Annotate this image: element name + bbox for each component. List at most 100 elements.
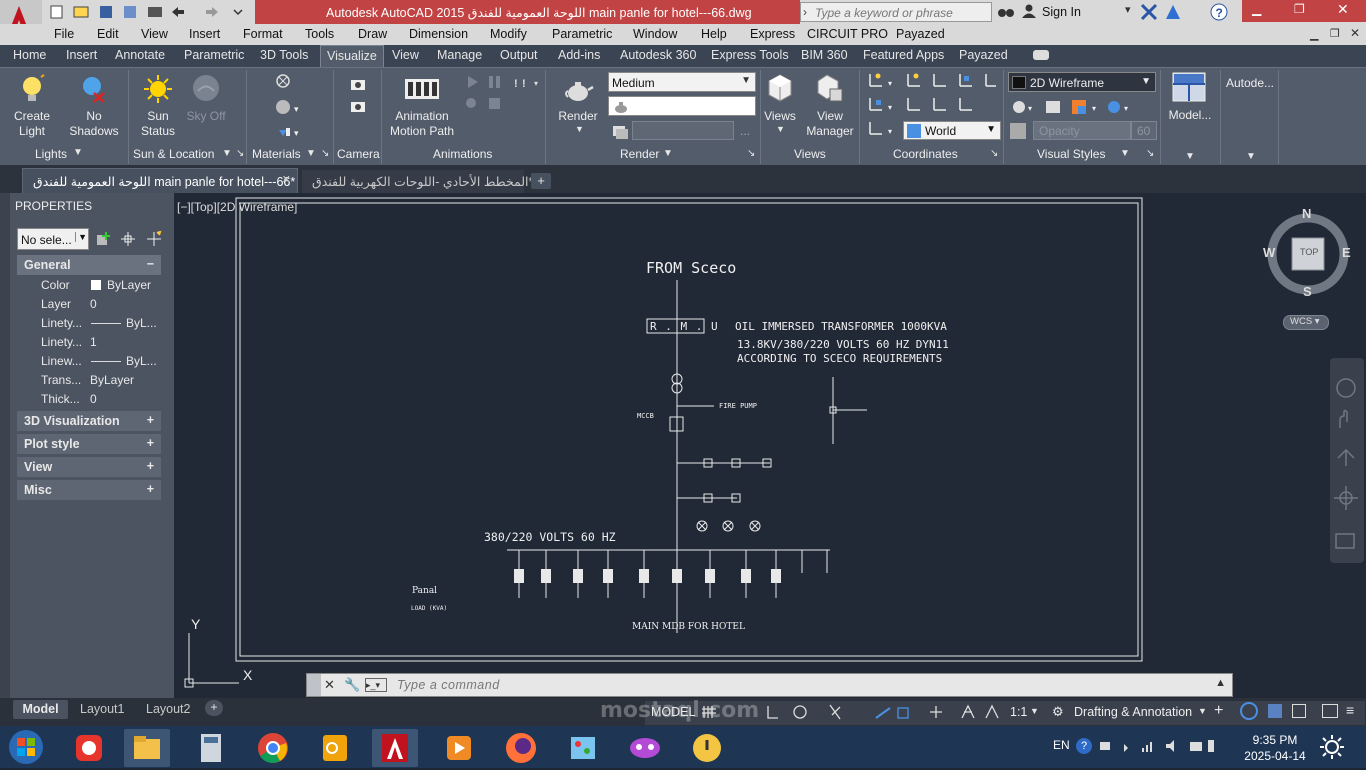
brightness-icon[interactable]	[1320, 735, 1344, 759]
render-location-field[interactable]	[632, 121, 734, 140]
tab-add-ins[interactable]: Add-ins	[558, 48, 600, 62]
property-transparency[interactable]: Trans... ByLayer	[36, 373, 161, 392]
compass-east[interactable]: E	[1342, 245, 1351, 260]
start-button[interactable]	[6, 728, 46, 766]
visual-styles-expand-icon[interactable]: ▼	[1120, 148, 1130, 159]
taskbar-calculator-icon[interactable]	[188, 729, 234, 767]
autodesk-expand-icon[interactable]: ▼	[1246, 151, 1256, 162]
tab-view[interactable]: View	[392, 48, 419, 62]
taskbar-media-player-icon[interactable]	[436, 729, 482, 767]
customization-icon[interactable]: ≡	[1346, 702, 1354, 718]
opacity-slider[interactable]: Opacity	[1033, 121, 1131, 140]
exchange-icon[interactable]	[1140, 3, 1158, 21]
scale-dropdown-icon[interactable]: ▼	[1030, 706, 1039, 716]
sign-in-link[interactable]: Sign In	[1042, 5, 1081, 19]
tab-bim-360[interactable]: BIM 360	[801, 48, 848, 62]
taskbar-explorer-icon[interactable]	[124, 729, 170, 767]
close-tab-icon[interactable]: ✕	[282, 173, 291, 186]
animation-motion-path-button[interactable]: Animation Motion Path	[384, 109, 460, 139]
view-section[interactable]: View +	[17, 457, 161, 477]
render-button[interactable]: Render	[552, 109, 604, 124]
palette-grip[interactable]	[0, 193, 10, 698]
lights-panel-label[interactable]: Lights	[35, 147, 67, 161]
tab-output[interactable]: Output	[500, 48, 538, 62]
showmotion-icon[interactable]	[1336, 532, 1356, 550]
3d-visualization-section[interactable]: 3D Visualization +	[17, 411, 161, 431]
new-tab-button[interactable]: +	[531, 173, 551, 189]
doc-tab-inactive[interactable]: المخطط الأحادي -اللوحات الكهربية للفندق*	[302, 170, 533, 193]
ribbon-minimize-icon[interactable]	[1033, 50, 1049, 60]
recent-commands-icon[interactable]: ▸_▾	[365, 678, 387, 692]
render-dropdown-icon[interactable]: ▼	[575, 124, 584, 134]
plot-style-section[interactable]: Plot style +	[17, 434, 161, 454]
layout-tab-2[interactable]: Layout2	[146, 702, 190, 716]
render-preset-select[interactable]: Medium ▼	[608, 72, 756, 92]
doc-minimize-icon[interactable]: ▁	[1310, 28, 1318, 41]
search-box[interactable]: › Type a keyword or phrase	[800, 2, 992, 22]
tab-express-tools[interactable]: Express Tools	[711, 48, 789, 62]
create-light-button[interactable]: Create Light	[6, 109, 58, 139]
doc-close-icon[interactable]: ✕	[1350, 26, 1360, 40]
misc-section[interactable]: Misc +	[17, 480, 161, 500]
visual-style-tools[interactable]: ▾ ▾ ▾	[1010, 98, 1140, 116]
layout-tab-1[interactable]: Layout1	[80, 702, 124, 716]
tab-annotate[interactable]: Annotate	[115, 48, 165, 62]
tab-manage[interactable]: Manage	[437, 48, 482, 62]
materials-panel-label[interactable]: Materials	[252, 147, 301, 161]
property-linetype[interactable]: Linety... ByL...	[36, 316, 161, 335]
sun-dialog-icon[interactable]: ↘	[236, 148, 244, 159]
views-dropdown-icon[interactable]: ▼	[776, 124, 785, 134]
taskbar-firefox-icon[interactable]	[498, 729, 544, 767]
tab-payazed[interactable]: Payazed	[959, 48, 1008, 62]
sun-location-panel-label[interactable]: Sun & Location	[133, 147, 214, 161]
menu-window[interactable]: Window	[633, 27, 677, 41]
menu-file[interactable]: File	[54, 27, 74, 41]
visual-style-select[interactable]: 2D Wireframe ▼	[1008, 72, 1156, 92]
model-expand-icon[interactable]: ▼	[1185, 151, 1195, 162]
command-history-icon[interactable]: ▲	[1215, 677, 1226, 689]
visual-styles-panel-label[interactable]: Visual Styles	[1037, 147, 1105, 161]
menu-payazed[interactable]: Payazed	[896, 27, 945, 41]
close-command-icon[interactable]: ✕	[324, 677, 335, 693]
pan-icon[interactable]	[1336, 410, 1356, 430]
menu-express[interactable]: Express	[750, 27, 795, 41]
view-manager-button[interactable]: View Manager	[802, 109, 858, 139]
layout-tab-model[interactable]: Model	[13, 700, 68, 719]
gear-icon[interactable]: ⚙	[1052, 704, 1064, 720]
hardware-acceleration-icon[interactable]	[1268, 704, 1282, 718]
command-input[interactable]: Type a command	[397, 678, 500, 692]
sun-expand-icon[interactable]: ▼	[222, 148, 232, 159]
coordinates-dialog-icon[interactable]: ↘	[990, 148, 998, 159]
taskbar-paint-icon[interactable]	[560, 729, 606, 767]
autodesk-button[interactable]: Autode...	[1222, 76, 1278, 91]
viewcube[interactable]: TOP N S E W	[1263, 206, 1352, 299]
taskbar-vpn-icon[interactable]	[684, 729, 730, 767]
menu-edit[interactable]: Edit	[97, 27, 119, 41]
restore-icon[interactable]: ❐	[1294, 2, 1305, 16]
property-linetype-scale[interactable]: Linety... 1	[36, 335, 161, 354]
taskbar-autocad-icon[interactable]	[372, 729, 418, 767]
menu-tools[interactable]: Tools	[305, 27, 334, 41]
language-indicator[interactable]: EN	[1053, 738, 1070, 752]
menu-insert[interactable]: Insert	[189, 27, 220, 41]
help-icon[interactable]: ?	[1210, 3, 1228, 21]
compass-west[interactable]: W	[1263, 245, 1275, 260]
menu-modify[interactable]: Modify	[490, 27, 527, 41]
system-tray-icons[interactable]	[1098, 736, 1218, 756]
selection-select[interactable]: No sele... ▼	[17, 228, 89, 250]
property-lineweight[interactable]: Linew... ByL...	[36, 354, 161, 373]
wcs-menu[interactable]: WCS ▾	[1283, 315, 1329, 330]
drawing-canvas[interactable]: [−][Top][2D Wireframe] FROM Sceco R . M …	[174, 193, 1366, 698]
doc-tab-active[interactable]: اللوحة العمومية للفندق main panle for ho…	[22, 168, 298, 193]
visual-styles-dialog-icon[interactable]: ↘	[1146, 148, 1154, 159]
clock-date[interactable]: 2025-04-14	[1240, 749, 1310, 763]
tab-insert[interactable]: Insert	[66, 48, 97, 62]
general-section[interactable]: General −	[17, 255, 161, 275]
doc-restore-icon[interactable]: ❐	[1330, 27, 1340, 40]
compass-south[interactable]: S	[1303, 284, 1312, 299]
compass-north[interactable]: N	[1302, 206, 1311, 221]
workspace-dropdown-icon[interactable]: ▼	[1198, 706, 1207, 716]
annotation-scale[interactable]: 1:1	[1010, 705, 1027, 719]
a360-icon[interactable]	[1164, 3, 1182, 21]
isolate-objects-icon[interactable]	[1240, 702, 1258, 720]
